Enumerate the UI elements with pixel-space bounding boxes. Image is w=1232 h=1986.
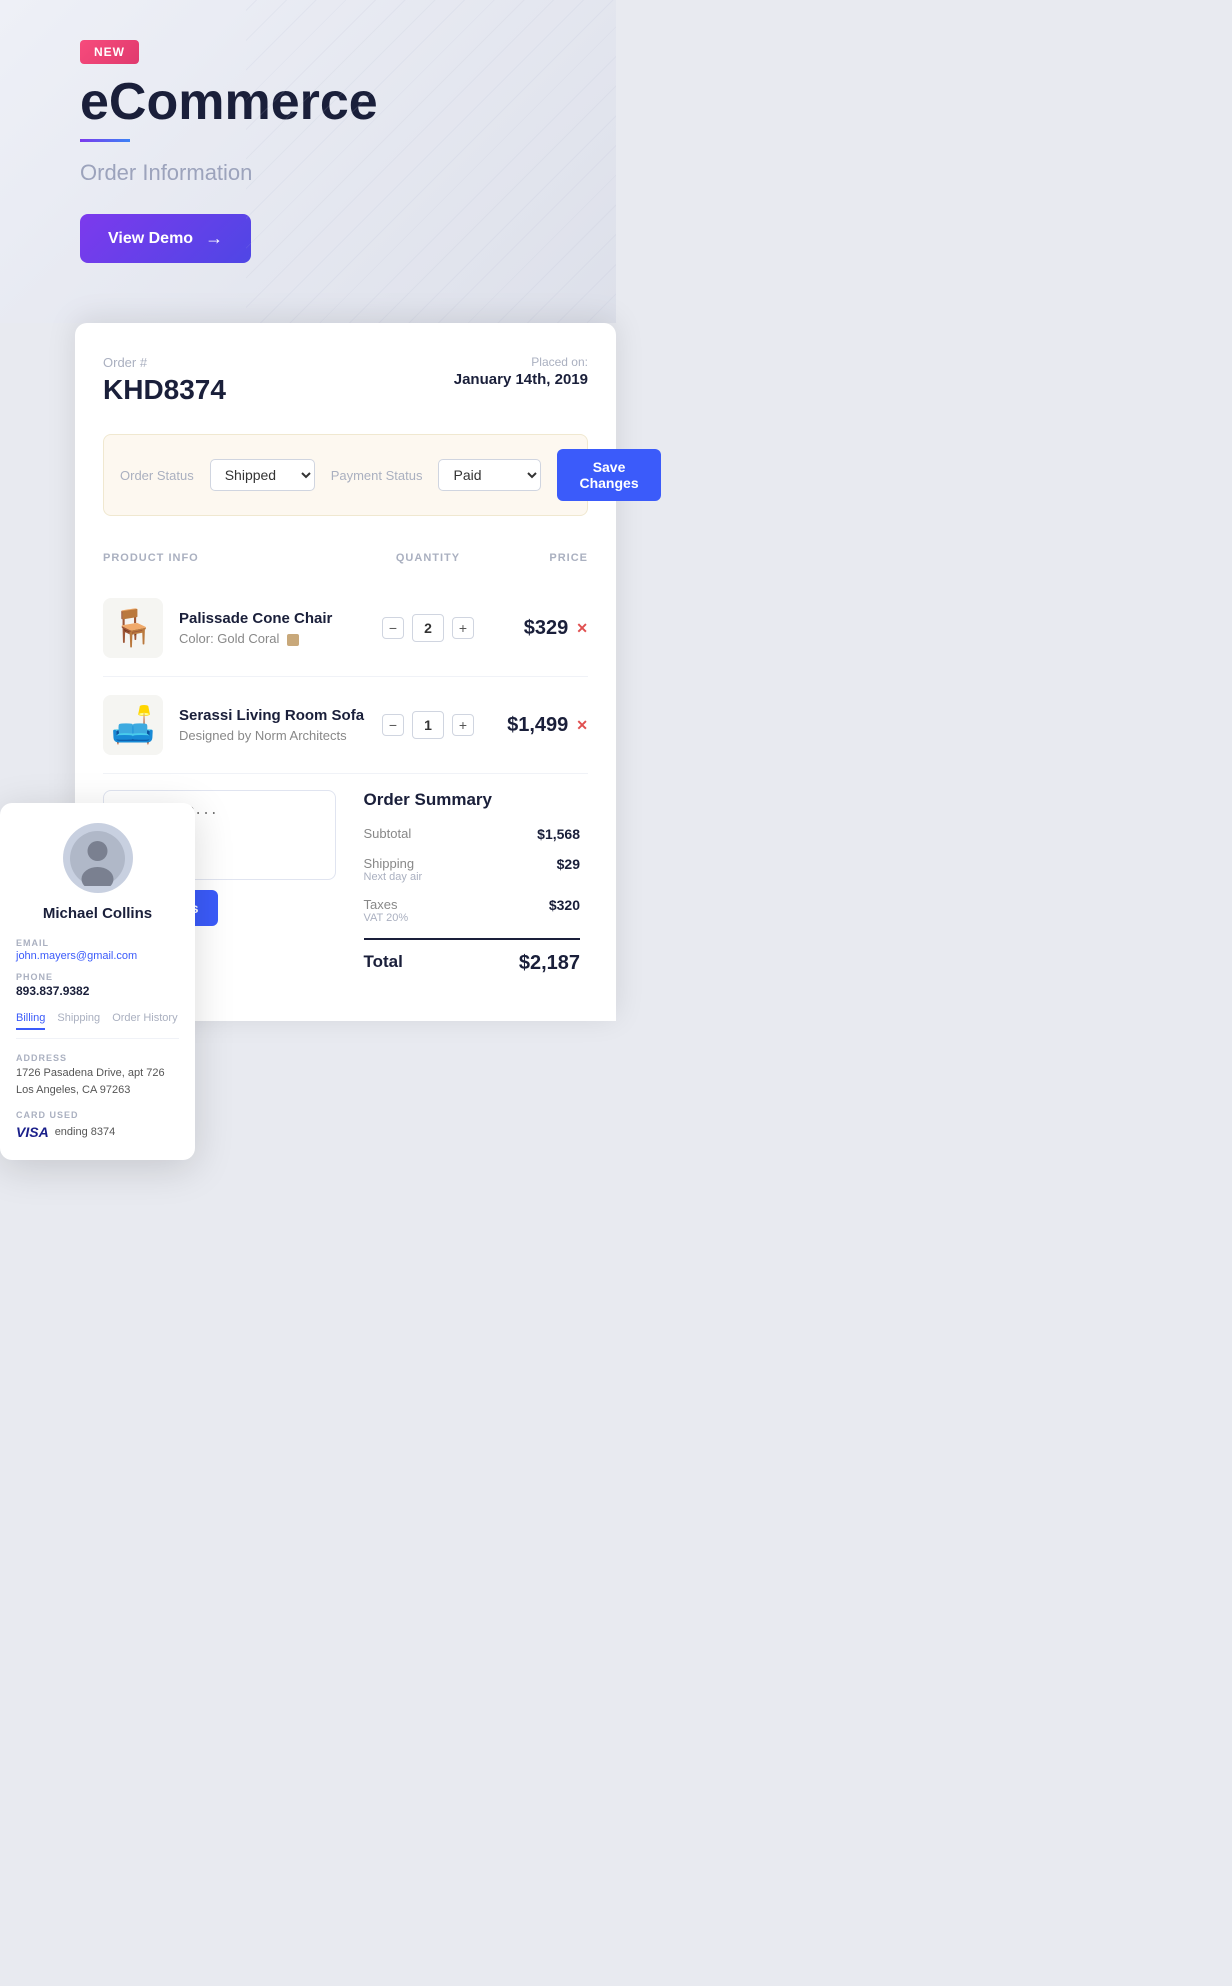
sofa-icon: 🛋️	[111, 704, 156, 746]
tab-billing[interactable]: Billing	[16, 1012, 45, 1030]
order-status-select[interactable]: Shipped Pending Delivered Cancelled	[210, 459, 315, 491]
order-summary: Order Summary Subtotal $1,568 Shipping N…	[356, 790, 589, 989]
shipping-value: $29	[557, 856, 580, 872]
price-value-2: $1,499	[507, 714, 568, 737]
avatar	[63, 823, 133, 893]
placed-on-date: January 14th, 2019	[454, 371, 588, 388]
placed-on-label: Placed on:	[454, 355, 588, 369]
table-row: 🛋️ Serassi Living Room Sofa Designed by …	[103, 677, 588, 774]
quantity-plus-2[interactable]: +	[452, 714, 474, 736]
customer-card: Michael Collins EMAIL john.mayers@gmail.…	[0, 803, 195, 1160]
col-product-info: PRODUCT INFO	[103, 552, 368, 564]
shipping-sub: Next day air	[364, 871, 423, 883]
product-details-2: Serassi Living Room Sofa Designed by Nor…	[179, 707, 364, 743]
view-demo-button[interactable]: View Demo →	[80, 214, 251, 263]
subtotal-label: Subtotal	[364, 826, 412, 841]
payment-status-select[interactable]: Paid Unpaid Refunded	[438, 459, 541, 491]
remove-product-2[interactable]: ✕	[576, 717, 588, 734]
product-info-1: 🪑 Palissade Cone Chair Color: Gold Coral	[103, 598, 368, 658]
save-changes-button[interactable]: Save Changes	[557, 449, 660, 501]
customer-tabs: Billing Shipping Order History	[16, 1012, 179, 1039]
avatar-image	[70, 831, 125, 886]
hero-title: eCommerce	[80, 74, 536, 131]
shipping-info: Shipping Next day air	[364, 856, 423, 883]
order-header: Order # KHD8374 Placed on: January 14th,…	[103, 355, 588, 406]
total-label: Total	[364, 952, 403, 972]
order-number: KHD8374	[103, 374, 226, 406]
new-badge: NEW	[80, 40, 139, 64]
hero-subtitle: Order Information	[80, 160, 536, 186]
col-price: PRICE	[488, 552, 588, 564]
product-price-2: $1,499 ✕	[488, 714, 588, 737]
address-line2: Los Angeles, CA 97263	[16, 1084, 130, 1096]
taxes-sub: VAT 20%	[364, 912, 409, 924]
address-line1: 1726 Pasadena Drive, apt 726	[16, 1067, 165, 1079]
quantity-control-1: − +	[368, 614, 488, 642]
placed-on-block: Placed on: January 14th, 2019	[454, 355, 588, 388]
price-value-1: $329	[524, 617, 569, 640]
product-name-2: Serassi Living Room Sofa	[179, 707, 364, 724]
card-info: VISA ending 8374	[16, 1124, 179, 1140]
taxes-label: Taxes	[364, 897, 409, 912]
quantity-control-2: − +	[368, 711, 488, 739]
color-swatch-1	[287, 634, 299, 646]
summary-taxes-row: Taxes VAT 20% $320	[364, 897, 581, 924]
summary-divider	[364, 938, 581, 940]
order-status-label: Order Status	[120, 468, 194, 483]
tab-shipping[interactable]: Shipping	[57, 1012, 100, 1030]
product-name-1: Palissade Cone Chair	[179, 610, 332, 627]
subtotal-value: $1,568	[537, 826, 580, 842]
product-image-2: 🛋️	[103, 695, 163, 755]
product-info-2: 🛋️ Serassi Living Room Sofa Designed by …	[103, 695, 368, 755]
card-ending: ending 8374	[55, 1126, 116, 1138]
card-label: CARD USED	[16, 1110, 179, 1120]
taxes-value: $320	[549, 897, 580, 913]
summary-subtotal-row: Subtotal $1,568	[364, 826, 581, 842]
product-price-1: $329 ✕	[488, 617, 588, 640]
chair-icon: 🪑	[111, 607, 156, 649]
quantity-minus-1[interactable]: −	[382, 617, 404, 639]
hero-section: NEW eCommerce Order Information View Dem…	[0, 0, 616, 323]
phone-label: PHONE	[16, 972, 179, 982]
table-header: PRODUCT INFO QUANTITY PRICE	[103, 544, 588, 572]
tab-order-history[interactable]: Order History	[112, 1012, 177, 1030]
summary-shipping-row: Shipping Next day air $29	[364, 856, 581, 883]
table-row: 🪑 Palissade Cone Chair Color: Gold Coral…	[103, 580, 588, 677]
quantity-input-2[interactable]	[412, 711, 444, 739]
customer-address: 1726 Pasadena Drive, apt 726 Los Angeles…	[16, 1065, 179, 1098]
quantity-minus-2[interactable]: −	[382, 714, 404, 736]
main-card: Order # KHD8374 Placed on: January 14th,…	[75, 323, 616, 1021]
remove-product-1[interactable]: ✕	[576, 620, 588, 637]
hero-underline	[80, 139, 130, 142]
view-demo-label: View Demo	[108, 230, 193, 248]
taxes-info: Taxes VAT 20%	[364, 897, 409, 924]
product-sub-2: Designed by Norm Architects	[179, 728, 364, 743]
product-sub-1: Color: Gold Coral	[179, 631, 332, 646]
order-label: Order #	[103, 355, 226, 370]
visa-logo: VISA	[16, 1124, 49, 1140]
summary-title: Order Summary	[364, 790, 581, 810]
customer-name: Michael Collins	[16, 905, 179, 922]
quantity-input-1[interactable]	[412, 614, 444, 642]
arrow-icon: →	[205, 228, 223, 249]
product-image-1: 🪑	[103, 598, 163, 658]
payment-status-label: Payment Status	[331, 468, 423, 483]
col-quantity: QUANTITY	[368, 552, 488, 564]
shipping-label: Shipping	[364, 856, 423, 871]
total-value: $2,187	[519, 952, 580, 975]
quantity-plus-1[interactable]: +	[452, 617, 474, 639]
status-bar: Order Status Shipped Pending Delivered C…	[103, 434, 588, 516]
customer-phone: 893.837.9382	[16, 984, 179, 998]
email-label: EMAIL	[16, 938, 179, 948]
order-id-block: Order # KHD8374	[103, 355, 226, 406]
customer-email: john.mayers@gmail.com	[16, 950, 179, 962]
product-details-1: Palissade Cone Chair Color: Gold Coral	[179, 610, 332, 646]
summary-total-row: Total $2,187	[364, 952, 581, 975]
address-label: ADDRESS	[16, 1053, 179, 1063]
